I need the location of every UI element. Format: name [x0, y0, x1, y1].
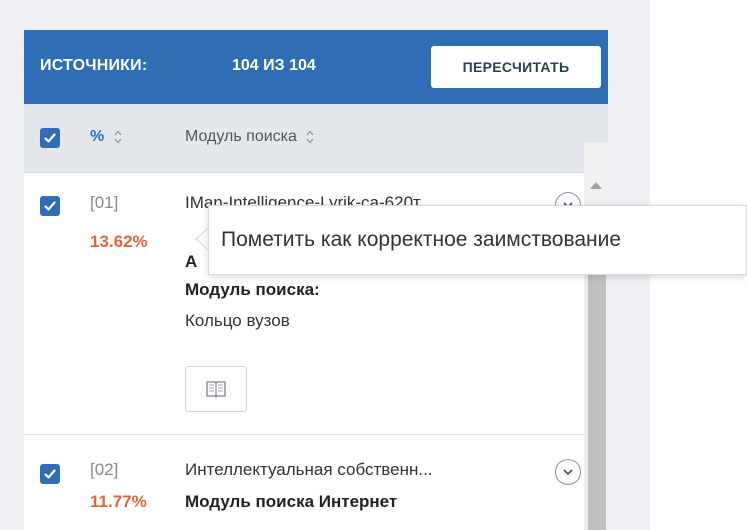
sort-icon	[114, 130, 122, 144]
tooltip-text: Пометить как корректное заимствование	[221, 228, 622, 251]
sources-panel: ИСТОЧНИКИ: 104 ИЗ 104 ПЕРЕСЧИТАТЬ % Моду…	[24, 30, 608, 530]
sources-header: ИСТОЧНИКИ: 104 ИЗ 104 ПЕРЕСЧИТАТЬ	[24, 30, 608, 104]
row-subtitle: А	[185, 252, 198, 271]
sort-percent[interactable]: %	[90, 128, 123, 146]
select-all-checkbox[interactable]	[40, 128, 60, 148]
sort-icon	[306, 130, 314, 144]
chevron-down-icon	[563, 469, 573, 476]
check-icon	[44, 201, 56, 211]
recalculate-button[interactable]: ПЕРЕСЧИТАТЬ	[431, 46, 601, 88]
book-icon	[206, 381, 226, 398]
column-header: % Модуль поиска	[24, 104, 608, 173]
row-checkbox[interactable]	[40, 196, 60, 216]
row-number: [02]	[90, 460, 119, 479]
sort-module[interactable]: Модуль поиска	[185, 128, 315, 146]
book-button[interactable]	[185, 366, 247, 412]
scroll-up-arrow[interactable]	[590, 182, 602, 189]
sources-title: ИСТОЧНИКИ:	[40, 57, 148, 74]
row-module-value: Кольцо вузов	[185, 311, 290, 330]
row-module-label: Модуль поиска Интернет	[185, 492, 398, 511]
row-divider	[24, 434, 608, 435]
check-icon	[44, 133, 56, 143]
module-column-label: Модуль поиска	[185, 128, 297, 145]
row-checkbox[interactable]	[40, 464, 60, 484]
row-number: [01]	[90, 193, 119, 212]
tooltip: Пометить как корректное заимствование	[208, 205, 747, 275]
sources-count: 104 ИЗ 104	[232, 57, 316, 74]
expand-button[interactable]	[555, 459, 581, 485]
row-percent: 13.62%	[90, 232, 148, 251]
percent-column-label: %	[90, 128, 105, 145]
row-module-label: Модуль поиска:	[185, 280, 320, 299]
check-icon	[44, 469, 56, 479]
row-title[interactable]: Интеллектуальная собственн...	[185, 460, 545, 480]
row-percent: 11.77%	[90, 492, 147, 511]
